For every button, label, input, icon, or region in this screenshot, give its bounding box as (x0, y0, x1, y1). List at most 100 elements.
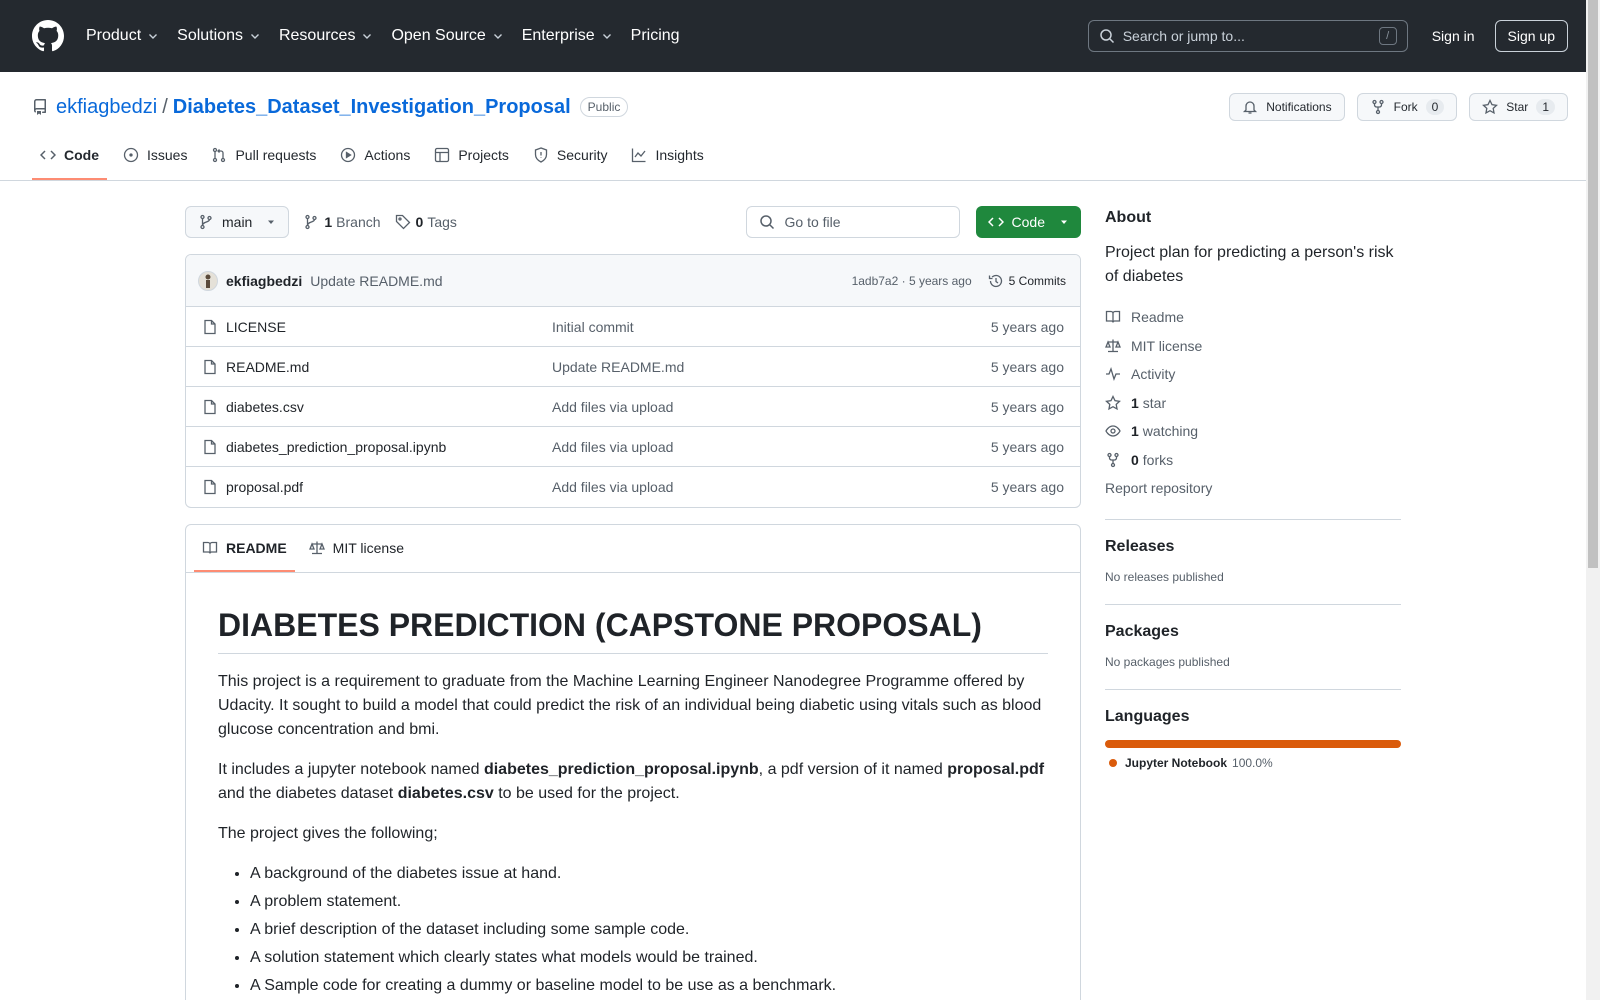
commit-message-link[interactable]: Update README.md (310, 273, 442, 289)
repo-owner-link[interactable]: ekfiagbedzi (56, 96, 157, 119)
commit-author-link[interactable]: ekfiagbedzi (226, 273, 302, 289)
list-item: A Sample code for creating a dummy or ba… (250, 974, 1048, 998)
tab-security[interactable]: Security (525, 132, 616, 180)
code-icon (987, 217, 1004, 227)
shield-icon (534, 147, 548, 163)
tab-actions[interactable]: Actions (332, 132, 418, 180)
file-name-link[interactable]: diabetes_prediction_proposal.ipynb (226, 439, 552, 455)
page-scrollbar[interactable] (1586, 0, 1600, 1000)
commits-history-link[interactable]: 5 Commits (988, 273, 1066, 289)
watchers-link[interactable]: 1 watching (1105, 417, 1401, 446)
avatar[interactable] (198, 270, 218, 291)
pulse-icon (1106, 367, 1120, 382)
tab-projects[interactable]: Projects (426, 132, 517, 180)
file-age: 5 years ago (990, 438, 1064, 455)
language-item[interactable]: Jupyter Notebook 100.0% (1105, 756, 1401, 770)
tab-pull-requests[interactable]: Pull requests (203, 132, 324, 180)
tab-license[interactable]: MIT license (301, 525, 412, 572)
issue-opened-icon (123, 147, 139, 163)
scrollbar-thumb[interactable] (1588, 0, 1598, 568)
caret-down-icon (268, 220, 275, 224)
notifications-button[interactable]: Notifications (1229, 93, 1345, 121)
file-age: 5 years ago (990, 479, 1064, 495)
search-icon (759, 215, 774, 230)
visibility-badge: Public (579, 97, 629, 117)
nav-product[interactable]: Product (86, 27, 159, 45)
code-dropdown-button[interactable]: Code (975, 206, 1081, 238)
branch-select-button[interactable]: main (185, 206, 290, 238)
file-commit-message-link[interactable]: Add files via upload (552, 439, 991, 455)
star-button[interactable]: Star 1 (1469, 93, 1568, 121)
report-repository-link[interactable]: Report repository (1105, 474, 1401, 503)
branches-link[interactable]: 1 Branch (303, 214, 381, 230)
nav-solutions[interactable]: Solutions (177, 27, 261, 45)
file-name-link[interactable]: README.md (226, 359, 552, 375)
book-icon (202, 541, 218, 554)
packages-section: Packages No packages published (1105, 603, 1401, 673)
fork-icon (1107, 452, 1119, 467)
chevron-down-icon (363, 34, 372, 39)
file-navigation: main 1 Branch 0 Tags Go to file Code (185, 206, 1081, 238)
file-name-link[interactable]: diabetes.csv (226, 399, 552, 415)
star-icon (1105, 394, 1121, 410)
readme-list: A background of the diabetes issue at ha… (218, 862, 1048, 998)
list-item: A problem statement. (250, 890, 1048, 914)
sign-in-link[interactable]: Sign in (1432, 28, 1475, 44)
activity-link[interactable]: Activity (1105, 360, 1401, 389)
file-age: 5 years ago (990, 318, 1064, 335)
releases-heading[interactable]: Releases (1105, 538, 1401, 556)
file-icon (204, 479, 216, 495)
file-commit-message-link[interactable]: Update README.md (552, 359, 991, 375)
github-logo-icon[interactable] (32, 20, 64, 52)
header-actions: Search or jump to... / Sign in Sign up (1087, 20, 1568, 52)
slash-shortcut-key: / (1378, 27, 1397, 45)
chevron-down-icon (149, 34, 158, 39)
repo-name-link[interactable]: Diabetes_Dataset_Investigation_Proposal (173, 96, 571, 119)
readme-content: DIABETES PREDICTION (CAPSTONE PROPOSAL) … (186, 573, 1080, 1000)
file-name-link[interactable]: LICENSE (226, 319, 552, 335)
file-commit-message-link[interactable]: Initial commit (552, 319, 991, 335)
languages-section: Languages Jupyter Notebook 100.0% (1105, 688, 1401, 774)
chevron-down-icon (250, 34, 259, 39)
nav-pricing[interactable]: Pricing (631, 27, 680, 45)
nav-resources[interactable]: Resources (279, 27, 373, 45)
tab-issues[interactable]: Issues (115, 132, 195, 180)
stars-link[interactable]: 1 star (1105, 389, 1401, 418)
nav-open-source[interactable]: Open Source (391, 27, 503, 45)
caret-down-icon (1061, 220, 1067, 224)
readme-panel: README MIT license DIABETES PREDICTION (… (185, 524, 1081, 1000)
global-search-input[interactable]: Search or jump to... / (1087, 20, 1408, 52)
file-age: 5 years ago (990, 398, 1064, 415)
chevron-down-icon (602, 34, 611, 39)
file-name-link[interactable]: proposal.pdf (226, 479, 552, 495)
nav-enterprise[interactable]: Enterprise (522, 27, 613, 45)
file-icon (204, 439, 216, 454)
file-row: diabetes.csv Add files via upload 5 year… (186, 387, 1080, 427)
packages-heading[interactable]: Packages (1105, 623, 1401, 641)
tab-readme[interactable]: README (194, 525, 295, 572)
file-icon (204, 359, 216, 374)
about-description: Project plan for predicting a person's r… (1105, 244, 1394, 285)
play-icon (341, 147, 356, 163)
path-separator: / (162, 95, 168, 118)
go-to-file-input[interactable]: Go to file (745, 206, 960, 238)
readme-paragraph: This project is a requirement to graduat… (218, 673, 1042, 738)
repo-icon (34, 99, 46, 115)
file-commit-message-link[interactable]: Add files via upload (552, 479, 991, 495)
main-content: main 1 Branch 0 Tags Go to file Code ekf… (185, 179, 1401, 1000)
eye-icon (1105, 425, 1121, 437)
tab-insights[interactable]: Insights (623, 132, 711, 180)
tags-link[interactable]: 0 Tags (395, 214, 457, 230)
commit-meta[interactable]: 1adb7a2 · 5 years ago (852, 274, 972, 288)
file-row: LICENSE Initial commit 5 years ago (186, 307, 1080, 347)
forks-link[interactable]: 0 forks (1105, 446, 1401, 475)
file-icon (204, 399, 216, 414)
tab-code[interactable]: Code (32, 132, 107, 180)
sign-up-button[interactable]: Sign up (1494, 20, 1568, 52)
fork-button[interactable]: Fork 0 (1356, 93, 1458, 121)
law-icon (308, 541, 325, 554)
history-icon (988, 274, 1002, 287)
file-commit-message-link[interactable]: Add files via upload (552, 399, 991, 415)
readme-link[interactable]: Readme (1105, 303, 1401, 332)
license-link[interactable]: MIT license (1105, 332, 1401, 361)
